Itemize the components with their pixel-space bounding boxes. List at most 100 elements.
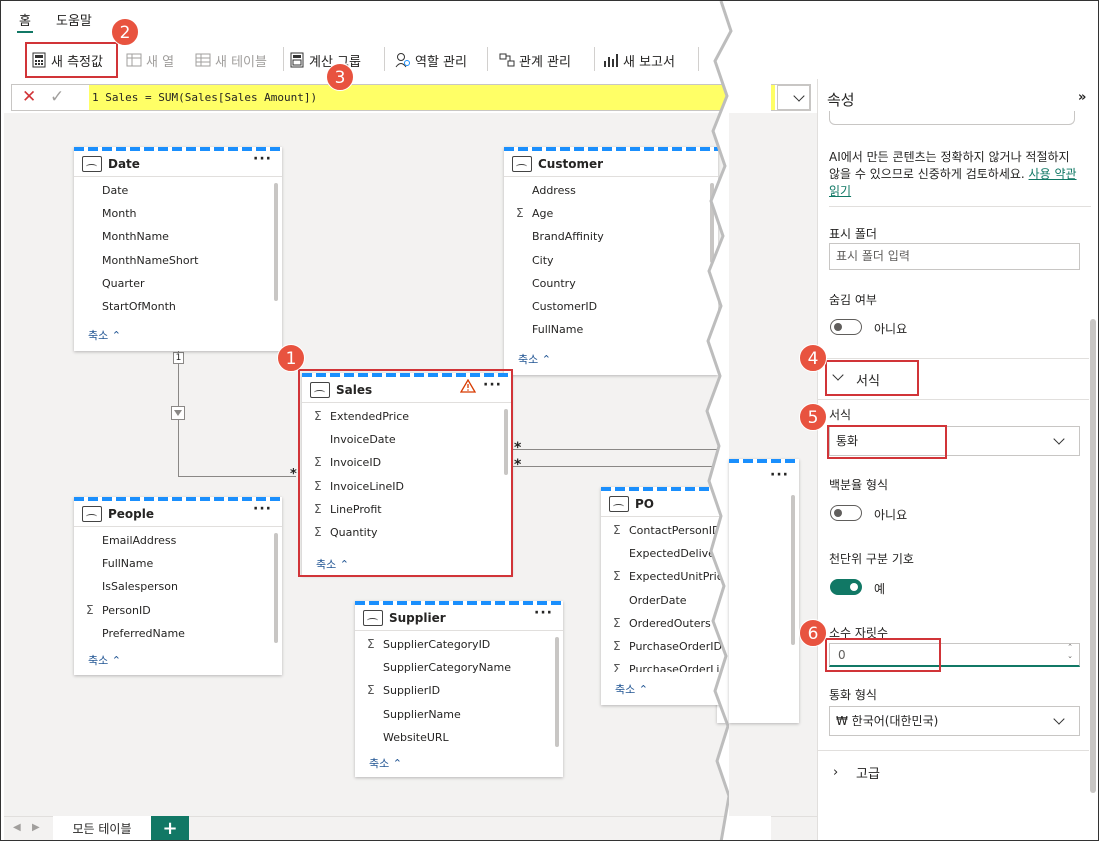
more-options-icon[interactable]: ··· [253,501,272,517]
more-options-icon[interactable]: ··· [534,605,553,621]
formula-expand-box[interactable] [777,85,810,110]
field-item[interactable]: WebsiteURL [355,726,563,749]
commit-icon[interactable]: ✓ [50,87,64,107]
collapse-label: 축소 [88,654,109,667]
scrollbar[interactable] [791,495,795,645]
filter-direction-icon [171,406,185,420]
manage-roles-button[interactable]: 역할 관리 [395,49,467,71]
table-card-supplier[interactable]: Supplier ··· Σ SupplierCategoryID Supplier… [355,601,563,777]
callout-badge: 3 [326,63,354,91]
field-item[interactable]: SupplierCategoryName [355,656,563,679]
new-table-button[interactable]: 새 테이블 [195,49,267,71]
relationship-line [513,449,717,450]
ribbon-divider [487,47,488,71]
one-cardinality: 1 [173,352,184,364]
currency-value: ₩ 한국어(대한민국) [836,714,939,728]
field-label: PersonID [102,603,151,617]
hidden-toggle[interactable] [830,319,862,335]
field-item[interactable]: StartOfMonth [74,295,282,318]
new-report-button[interactable]: 새 보고서 [603,49,675,71]
table-card-date[interactable]: Date ··· Date Month MonthName MonthNameSh… [74,147,282,351]
table-icon [363,609,383,626]
name-field-partial[interactable] [829,111,1075,125]
collapse-button[interactable]: 축소 ⌃ [74,651,121,671]
table-card-customer[interactable]: Customer Address Σ Age BrandAffinity City… [504,147,718,375]
field-item[interactable]: Address [504,179,718,202]
table-icon [195,52,211,68]
manage-relationships-button[interactable]: 관계 관리 [499,49,571,71]
field-item[interactable]: Σ SupplierID [355,679,563,702]
field-item[interactable]: Country [504,272,718,295]
hidden-value: 아니요 [874,322,908,336]
bar-chart-icon [603,52,619,68]
add-layout-button[interactable]: + [151,816,189,840]
field-item[interactable]: MonthName [74,225,282,248]
thousands-value: 예 [874,582,886,596]
collapse-pane-icon[interactable]: » [1078,90,1086,105]
field-item[interactable]: SupplierName [355,703,563,726]
chevron-right-icon[interactable]: › [833,765,838,780]
field-item[interactable]: PreferredName [74,622,282,645]
currency-dropdown[interactable]: ₩ 한국어(대한민국) [829,706,1080,736]
field-item[interactable]: Σ SupplierCategoryID [355,633,563,656]
spinner-icon[interactable]: ⌃ ⌄ [1067,643,1073,661]
card-stripe [729,459,799,463]
thousands-toggle[interactable] [830,579,862,595]
collapse-button[interactable]: 축소 ⌃ [601,680,648,700]
field-item[interactable]: Date [74,179,282,202]
field-label: SupplierCategoryID [383,638,491,651]
more-options-icon[interactable]: ··· [253,151,272,167]
field-item[interactable]: EmailAddress [74,529,282,552]
scrollbar[interactable] [274,533,278,643]
table-title: Supplier [389,610,446,625]
callout-badge: 5 [799,403,827,431]
advanced-section-title[interactable]: 고급 [856,763,880,782]
field-item[interactable]: Σ Age [504,202,718,225]
field-item[interactable]: BrandAffinity [504,225,718,248]
cancel-icon[interactable]: ✕ [22,87,36,107]
table-card-people[interactable]: People ··· EmailAddress FullName IsSalesp… [74,497,282,675]
table-title: PO [635,496,654,511]
callout-badge: 2 [111,18,139,46]
scroll-left-icon[interactable]: ◀ [13,822,21,833]
scroll-right-icon[interactable]: ▶ [32,822,40,833]
pane-scrollbar[interactable] [1090,319,1096,793]
field-item[interactable]: CustomerID [504,295,718,318]
sigma-icon: Σ [613,662,621,673]
sigma-icon: Σ [613,523,621,537]
display-folder-input[interactable]: 표시 폴더 입력 [829,243,1080,270]
collapse-button[interactable]: 축소 ⌃ [74,326,121,346]
more-options-icon[interactable]: ··· [770,467,789,483]
tab-help[interactable]: 도움말 [56,10,92,29]
field-item[interactable]: MonthNameShort [74,249,282,272]
many-cardinality: * [290,467,297,482]
field-item[interactable]: FullName [74,552,282,575]
new-column-button[interactable]: 새 열 [126,49,174,71]
field-item[interactable]: Month [74,202,282,225]
scrollbar[interactable] [555,637,559,747]
field-item[interactable]: Quarter [74,272,282,295]
tab-all-tables[interactable]: 모든 테이블 [53,816,151,840]
new-column-label: 새 열 [146,54,175,70]
collapse-button[interactable]: 축소 ⌃ [355,754,402,774]
scrollbar[interactable] [274,183,278,301]
hidden-label: 숨김 여부 [829,293,877,307]
sigma-icon: Σ [613,615,621,630]
thousands-label: 천단위 구분 기호 [829,552,914,566]
role-icon [395,52,411,68]
field-item[interactable]: Σ PersonID [74,599,282,622]
field-item[interactable]: IsSalesperson [74,575,282,598]
percent-toggle[interactable] [830,505,862,521]
tab-home[interactable]: 홈 [19,10,31,29]
table-icon [609,495,629,512]
field-item[interactable]: City [504,249,718,272]
collapse-button[interactable]: 축소 ⌃ [504,350,551,370]
field-item[interactable]: FullName [504,318,718,341]
app-window: 홈 도움말 새 측정값 새 열 새 테이블 계산 그룹 역할 관리 관계 관리 … [0,0,1099,841]
formula-input[interactable]: 1 Sales = SUM(Sales[Sales Amount]) [89,85,775,110]
table-title: People [108,506,155,521]
sigma-icon: Σ [367,683,375,698]
table-icon [82,155,102,172]
field-label: SupplierID [383,684,441,698]
divider [817,358,1089,359]
